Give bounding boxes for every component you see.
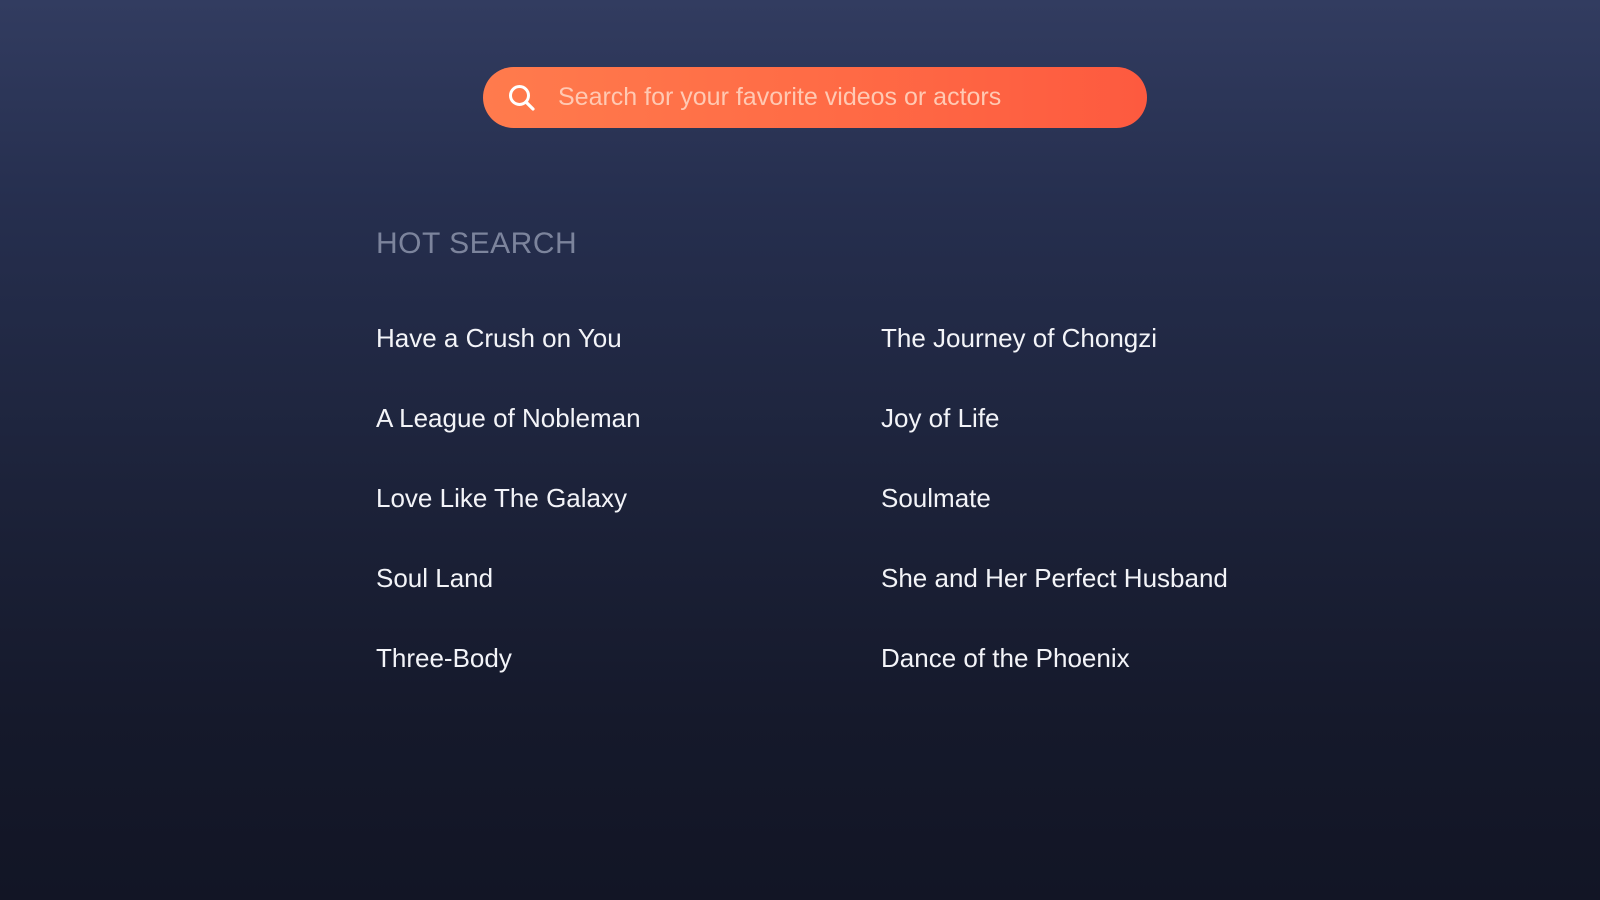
hot-search-list: Have a Crush on You The Journey of Chong…	[376, 318, 1276, 718]
hot-search-item[interactable]: Joy of Life	[881, 398, 1276, 478]
search-icon[interactable]	[505, 81, 539, 115]
hot-search-item[interactable]: Three-Body	[376, 638, 881, 718]
search-input[interactable]	[558, 77, 1147, 118]
hot-search-item[interactable]: Dance of the Phoenix	[881, 638, 1276, 718]
hot-search-title: HOT SEARCH	[376, 227, 578, 260]
hot-search-item[interactable]: She and Her Perfect Husband	[881, 558, 1276, 638]
search-bar[interactable]	[483, 67, 1147, 128]
hot-search-item[interactable]: Love Like The Galaxy	[376, 478, 881, 558]
hot-search-item[interactable]: A League of Nobleman	[376, 398, 881, 478]
hot-search-item[interactable]: Have a Crush on You	[376, 318, 881, 398]
hot-search-item[interactable]: Soul Land	[376, 558, 881, 638]
hot-search-item[interactable]: The Journey of Chongzi	[881, 318, 1276, 398]
hot-search-item[interactable]: Soulmate	[881, 478, 1276, 558]
